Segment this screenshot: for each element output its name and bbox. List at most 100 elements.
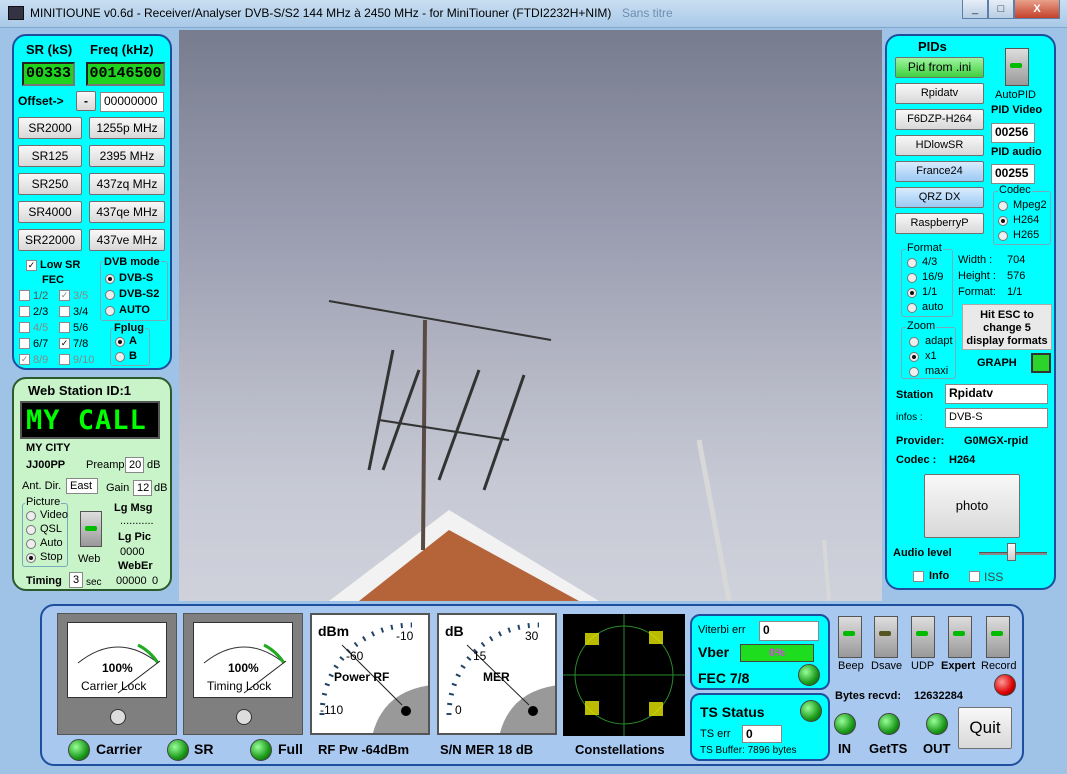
format-16-9-radio[interactable] xyxy=(907,273,917,283)
codec-h264-radio[interactable] xyxy=(998,216,1008,226)
fec-5-6-checkbox[interactable] xyxy=(59,322,70,333)
fec-7-8-checkbox[interactable]: ✓ xyxy=(59,338,70,349)
freq-437ve-button[interactable]: 437ve MHz xyxy=(89,229,165,251)
sr250-button[interactable]: SR250 xyxy=(18,173,82,195)
freq-display[interactable]: 00146500 xyxy=(86,62,165,86)
codec-mpeg2-radio[interactable] xyxy=(998,201,1008,211)
dvb-s2-label: DVB-S2 xyxy=(119,288,160,300)
f6dzp-h264-button[interactable]: F6DZP-H264 xyxy=(895,109,984,130)
timing-lock-face: 100% Timing Lock xyxy=(193,622,293,698)
fec-9-10-checkbox[interactable] xyxy=(59,354,70,365)
mer-tick1: 30 xyxy=(525,629,539,643)
maximize-button[interactable]: □ xyxy=(988,0,1014,19)
dvb-s2-radio[interactable] xyxy=(105,290,115,300)
ts-status-panel: TS Status TS err 0 TS Buffer: 7896 bytes xyxy=(690,693,830,761)
ant-dir-input[interactable]: East xyxy=(66,478,98,494)
offset-input[interactable]: 00000000 xyxy=(100,92,164,112)
sr-label: SR (kS) xyxy=(26,42,73,57)
pid-video-input[interactable]: 00256 xyxy=(991,123,1035,143)
close-button[interactable]: X xyxy=(1014,0,1060,19)
format-4-3-radio[interactable] xyxy=(907,258,917,268)
esc-message-box: Hit ESC to change 5 display formats xyxy=(962,304,1052,350)
sr-display[interactable]: 00333 xyxy=(22,62,75,86)
zoom-x1-radio[interactable] xyxy=(909,352,919,362)
rpidatv-button[interactable]: Rpidatv xyxy=(895,83,984,104)
pid-from-ini-button[interactable]: Pid from .ini xyxy=(895,57,984,78)
web-err-value: 00000 xyxy=(116,575,147,587)
vber-label: Vber xyxy=(698,644,730,660)
dsave-toggle[interactable] xyxy=(874,616,898,658)
picture-stop-radio[interactable] xyxy=(26,553,36,563)
lg-pic-label: Lg Pic xyxy=(118,531,152,543)
pid-audio-input[interactable]: 00255 xyxy=(991,164,1035,184)
freq-2395-button[interactable]: 2395 MHz xyxy=(89,145,165,167)
low-sr-checkbox[interactable]: ✓ xyxy=(26,260,37,271)
picture-auto-radio[interactable] xyxy=(26,539,36,549)
window-title: MINITIOUNE v0.6d - Receiver/Analyser DVB… xyxy=(30,6,612,20)
fplug-b-radio[interactable] xyxy=(115,352,125,362)
beep-toggle[interactable] xyxy=(838,616,862,658)
infos-input[interactable]: DVB-S xyxy=(945,408,1048,428)
offset-sign-button[interactable]: - xyxy=(76,91,96,111)
dvb-auto-radio[interactable] xyxy=(105,306,115,316)
fplug-a-radio[interactable] xyxy=(115,337,125,347)
pid-video-label: PID Video xyxy=(991,104,1043,116)
fec-4-5-checkbox[interactable] xyxy=(19,322,30,333)
fec-2-3-checkbox[interactable] xyxy=(19,306,30,317)
sr2000-button[interactable]: SR2000 xyxy=(18,117,82,139)
freq-1255-button[interactable]: 1255p MHz xyxy=(89,117,165,139)
picture-qsl-radio[interactable] xyxy=(26,525,36,535)
freq-437qe-button[interactable]: 437qe MHz xyxy=(89,201,165,223)
fec-6-7-checkbox[interactable] xyxy=(19,338,30,349)
fec-3-5-checkbox[interactable]: ✓ xyxy=(59,290,70,301)
codec-h265-label: H265 xyxy=(1013,229,1040,241)
dvb-auto-label: AUTO xyxy=(119,304,150,316)
sr125-button[interactable]: SR125 xyxy=(18,145,82,167)
minimize-button[interactable]: _ xyxy=(962,0,988,19)
fec-7-8-label: 7/8 xyxy=(73,338,89,350)
iss-checkbox[interactable] xyxy=(969,571,980,582)
gain-db-label: dB xyxy=(154,482,168,494)
france24-button[interactable]: France24 xyxy=(895,161,984,182)
picture-video-radio[interactable] xyxy=(26,511,36,521)
zoom-adapt-radio[interactable] xyxy=(909,337,919,347)
record-toggle[interactable] xyxy=(986,616,1010,658)
getts-led-label: GetTS xyxy=(869,741,908,756)
preamp-input[interactable]: 20 xyxy=(125,457,144,473)
fec-8-9-checkbox[interactable]: ✓ xyxy=(19,354,30,365)
sr22000-button[interactable]: SR22000 xyxy=(18,229,82,251)
quit-button[interactable]: Quit xyxy=(958,707,1012,749)
raspberryp-button[interactable]: RaspberryP xyxy=(895,213,984,234)
udp-toggle[interactable] xyxy=(911,616,935,658)
hdlowsr-button[interactable]: HDlowSR xyxy=(895,135,984,156)
qrz-dx-button[interactable]: QRZ DX xyxy=(895,187,984,208)
freq-label: Freq (kHz) xyxy=(90,42,154,57)
esc-message-line1: Hit ESC to xyxy=(980,309,1034,321)
infos-label: infos : xyxy=(896,412,923,423)
timing-input[interactable]: 3 xyxy=(69,572,83,588)
zoom-maxi-radio[interactable] xyxy=(909,367,919,377)
video-display[interactable] xyxy=(179,30,882,601)
info-checkbox[interactable] xyxy=(913,571,924,582)
constellation-display xyxy=(563,614,685,736)
format-auto-radio[interactable] xyxy=(907,303,917,313)
sr4000-button[interactable]: SR4000 xyxy=(18,201,82,223)
audio-level-slider[interactable] xyxy=(1007,543,1016,561)
dvb-s-radio[interactable] xyxy=(105,274,115,284)
gain-input[interactable]: 12 xyxy=(133,480,152,496)
freq-437zq-button[interactable]: 437zq MHz xyxy=(89,173,165,195)
graph-button[interactable] xyxy=(1031,353,1051,373)
fplug-a-label: A xyxy=(129,335,137,347)
autopid-toggle[interactable] xyxy=(1005,48,1029,86)
format-1-1-radio[interactable] xyxy=(907,288,917,298)
codec-h265-radio[interactable] xyxy=(998,231,1008,241)
fec-1-2-checkbox[interactable] xyxy=(19,290,30,301)
fec-3-4-checkbox[interactable] xyxy=(59,306,70,317)
ts-err-value: 0 xyxy=(742,725,782,743)
photo-button[interactable]: photo xyxy=(924,474,1020,538)
format-label: Format xyxy=(906,242,943,254)
station-input[interactable]: Rpidatv xyxy=(945,384,1048,404)
mer-name: MER xyxy=(483,670,510,684)
expert-toggle[interactable] xyxy=(948,616,972,658)
web-toggle-switch[interactable] xyxy=(80,511,102,547)
